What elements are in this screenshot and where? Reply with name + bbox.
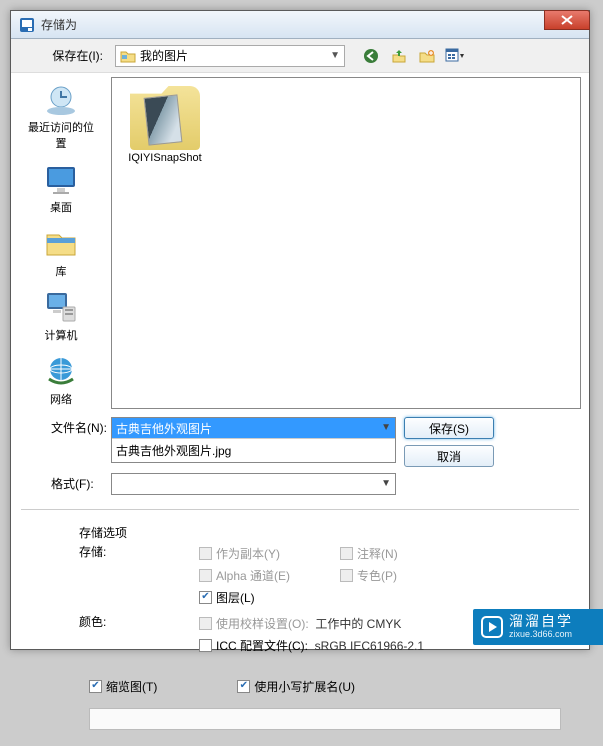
sidebar-item-recent[interactable]: 最近访问的位置 <box>21 79 101 153</box>
sidebar-item-label: 最近访问的位置 <box>23 119 99 151</box>
toolbar: 保存在(I): 我的图片 ▼ <box>11 39 589 73</box>
cancel-button[interactable]: 取消 <box>404 445 494 467</box>
watermark: 溜溜自学 zixue.3d66.com <box>473 609 603 645</box>
close-button[interactable] <box>544 10 590 30</box>
filename-section: 文件名(N): 古典吉他外观图片 ▼ 古典吉他外观图片.jpg 保存(S) 取消… <box>11 413 589 509</box>
filename-dropdown-item[interactable]: 古典吉他外观图片.jpg <box>112 438 395 462</box>
checkbox-layers[interactable]: ✔ 图层(L) <box>199 587 290 607</box>
library-icon <box>43 225 79 261</box>
checkbox-icon: ✔ <box>237 680 250 693</box>
location-dropdown[interactable]: 我的图片 ▼ <box>115 45 345 67</box>
dropdown-arrow-icon: ▼ <box>381 422 391 433</box>
view-menu-button[interactable] <box>443 45 467 67</box>
watermark-title: 溜溜自学 <box>509 614 573 629</box>
divider <box>29 663 571 664</box>
watermark-url: zixue.3d66.com <box>509 630 573 640</box>
format-label: 格式(F): <box>21 473 111 492</box>
checkbox-icon <box>340 547 353 560</box>
checkbox-icon: ✔ <box>89 680 102 693</box>
watermark-play-icon <box>481 616 503 638</box>
filename-value[interactable]: 古典吉他外观图片 <box>112 418 395 438</box>
options-title: 存储选项 <box>79 524 571 541</box>
folder-label: IQIYISnapShot <box>128 152 201 164</box>
color-label: 颜色: <box>29 613 199 630</box>
sidebar-item-label: 库 <box>56 263 67 279</box>
checkbox-alpha[interactable]: Alpha 通道(E) <box>199 565 290 585</box>
format-value <box>112 474 395 494</box>
checkbox-lowercase-ext[interactable]: ✔ 使用小写扩展名(U) <box>237 676 355 696</box>
computer-icon <box>43 289 79 325</box>
format-combo[interactable]: ▼ <box>111 473 396 495</box>
checkbox-as-copy[interactable]: 作为副本(Y) <box>199 543 290 563</box>
new-folder-button[interactable] <box>415 45 439 67</box>
dropdown-arrow-icon: ▼ <box>330 50 340 61</box>
checkbox-spot[interactable]: 专色(P) <box>340 565 398 585</box>
checkbox-icon <box>199 639 212 652</box>
sidebar-item-desktop[interactable]: 桌面 <box>21 159 101 217</box>
desktop-icon <box>43 161 79 197</box>
store-label: 存储: <box>29 543 199 560</box>
recent-icon <box>43 81 79 117</box>
filename-label: 文件名(N): <box>21 417 111 436</box>
file-list[interactable]: IQIYISnapShot <box>111 77 581 409</box>
places-sidebar: 最近访问的位置 桌面 库 计算机 <box>11 73 111 413</box>
checkbox-icon: ✔ <box>199 591 212 604</box>
new-folder-icon <box>419 48 435 64</box>
back-icon <box>363 48 379 64</box>
warning-field <box>89 708 561 730</box>
folder-icon <box>130 86 200 150</box>
checkbox-thumbnail[interactable]: ✔ 缩览图(T) <box>89 676 157 696</box>
checkbox-proof[interactable]: 使用校样设置(O): 工作中的 CMYK <box>199 613 424 633</box>
checkbox-icon <box>199 617 212 630</box>
save-in-label: 保存在(I): <box>19 47 109 64</box>
checkbox-annotations[interactable]: 注释(N) <box>340 543 398 563</box>
filename-combo[interactable]: 古典吉他外观图片 ▼ 古典吉他外观图片.jpg <box>111 417 396 463</box>
dropdown-arrow-icon: ▼ <box>381 478 391 489</box>
sidebar-item-libraries[interactable]: 库 <box>21 223 101 281</box>
sidebar-item-label: 计算机 <box>45 327 78 343</box>
save-button[interactable]: 保存(S) <box>404 417 494 439</box>
save-as-dialog: 存储为 保存在(I): 我的图片 ▼ <box>10 10 590 650</box>
network-icon <box>43 353 79 389</box>
sidebar-item-label: 桌面 <box>50 199 72 215</box>
body-row: 最近访问的位置 桌面 库 计算机 <box>11 73 589 413</box>
checkbox-icon <box>199 569 212 582</box>
dialog-title: 存储为 <box>41 16 77 33</box>
view-icon <box>445 48 465 64</box>
location-text: 我的图片 <box>140 47 188 64</box>
close-icon <box>561 15 573 25</box>
folder-icon <box>120 49 136 63</box>
up-icon <box>391 48 407 64</box>
up-button[interactable] <box>387 45 411 67</box>
sidebar-item-computer[interactable]: 计算机 <box>21 287 101 345</box>
sidebar-item-label: 网络 <box>50 391 72 407</box>
folder-item[interactable]: IQIYISnapShot <box>120 86 210 164</box>
checkbox-icon <box>340 569 353 582</box>
sidebar-item-network[interactable]: 网络 <box>21 351 101 409</box>
checkbox-icc[interactable]: ICC 配置文件(C): sRGB IEC61966-2.1 <box>199 635 424 655</box>
checkbox-icon <box>199 547 212 560</box>
nav-buttons <box>359 45 467 67</box>
app-icon <box>19 17 35 33</box>
titlebar: 存储为 <box>11 11 589 39</box>
back-button[interactable] <box>359 45 383 67</box>
